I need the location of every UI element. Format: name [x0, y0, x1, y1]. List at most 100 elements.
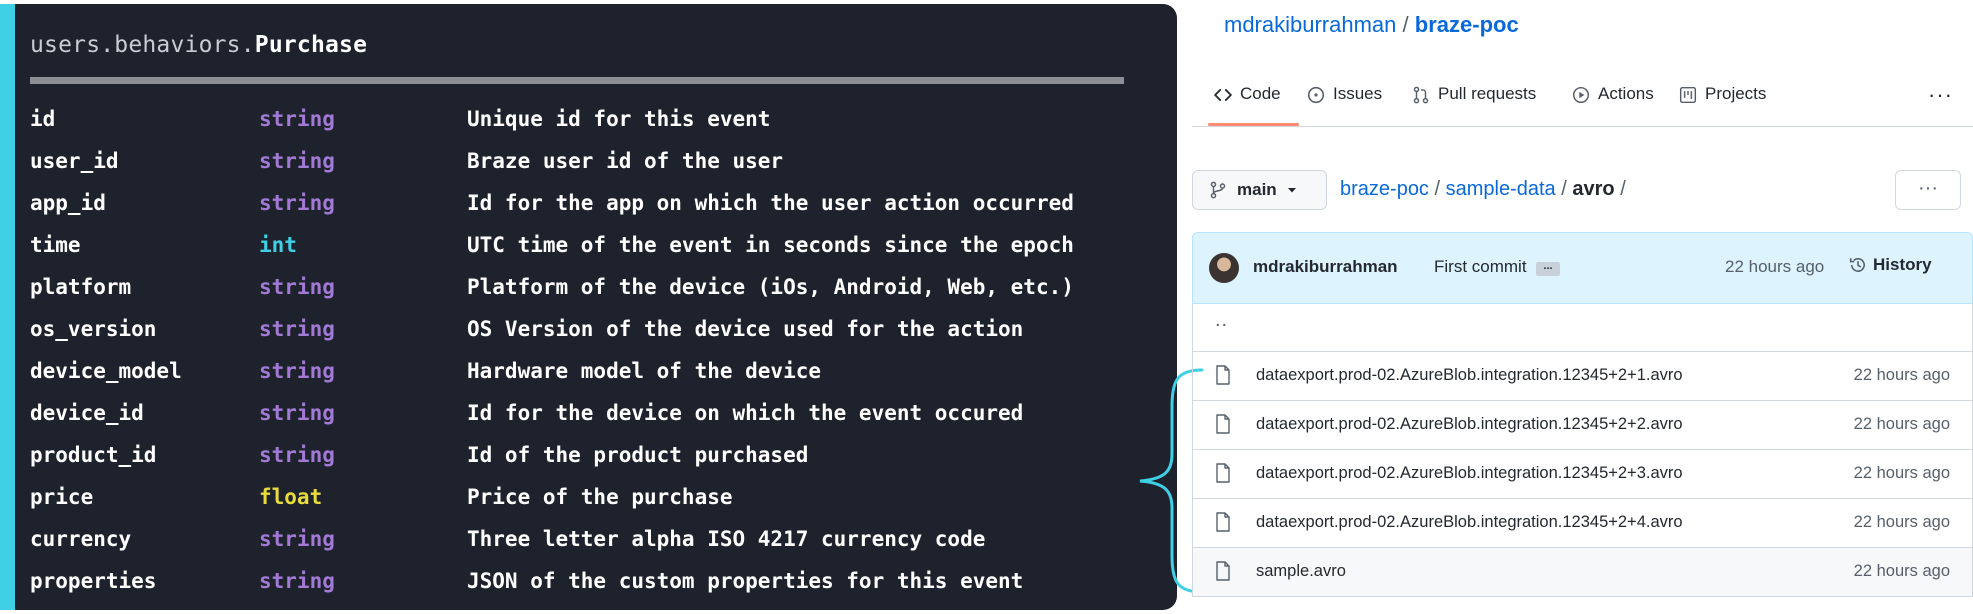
file-icon: [1216, 463, 1230, 483]
field-type: string: [259, 401, 335, 425]
file-row[interactable]: dataexport.prod-02.AzureBlob.integration…: [1193, 499, 1972, 548]
repo-header: mdrakiburrahman / braze-poc: [1224, 12, 1519, 38]
file-age: 22 hours ago: [1853, 415, 1950, 433]
github-panel: mdrakiburrahman / braze-poc Code Issues …: [1180, 0, 1973, 614]
code-icon: [1214, 89, 1232, 101]
field-desc: UTC time of the event in seconds since t…: [467, 233, 1074, 257]
tab-projects[interactable]: Projects: [1679, 84, 1766, 126]
breadcrumb-dir-link[interactable]: sample-data: [1446, 178, 1556, 200]
schema-row: time int UTC time of the event in seconds …: [30, 224, 1150, 266]
file-row[interactable]: dataexport.prod-02.AzureBlob.integration…: [1193, 352, 1972, 401]
schema-row: os_version string OS Version of the device…: [30, 308, 1150, 350]
field-name: app_id: [30, 191, 106, 215]
field-desc: Id for the device on which the event occ…: [467, 401, 1024, 425]
file-age: 22 hours ago: [1853, 366, 1950, 384]
tab-actions[interactable]: Actions: [1572, 84, 1654, 126]
accent-bar: [0, 4, 15, 610]
field-type: string: [259, 149, 335, 173]
schema-row: price float Price of the purchase: [30, 476, 1150, 518]
project-icon: [1679, 86, 1697, 104]
title-rule: [30, 77, 1124, 84]
schema-fields: id string Unique id for this event user_id…: [30, 98, 1150, 602]
file-row[interactable]: dataexport.prod-02.AzureBlob.integration…: [1193, 401, 1972, 450]
schema-row: currency string Three letter alpha ISO 421…: [30, 518, 1150, 560]
field-type: int: [259, 233, 297, 257]
field-desc: Id of the product purchased: [467, 443, 809, 467]
breadcrumb-current: avro: [1572, 178, 1615, 200]
commit-age: 22 hours ago: [1725, 257, 1825, 276]
parent-directory-row[interactable]: ..: [1193, 303, 1972, 352]
field-type: string: [259, 569, 335, 593]
file-row[interactable]: sample.avro 22 hours ago: [1193, 548, 1972, 596]
field-type: string: [259, 443, 335, 467]
commit-author[interactable]: mdrakiburrahman: [1253, 257, 1398, 277]
field-desc: Hardware model of the device: [467, 359, 822, 383]
field-name: price: [30, 485, 94, 509]
parent-directory-link[interactable]: ..: [1215, 309, 1228, 332]
field-name: properties: [30, 569, 157, 593]
field-type: float: [259, 485, 323, 509]
breadcrumb-repo-link[interactable]: braze-poc: [1340, 178, 1429, 200]
history-icon: [1849, 258, 1865, 272]
breadcrumb-separator: /: [1620, 178, 1626, 200]
file-name[interactable]: sample.avro: [1256, 562, 1346, 581]
branch-selector[interactable]: main: [1192, 170, 1327, 210]
field-desc: JSON of the custom properties for this e…: [467, 569, 1024, 593]
field-type: string: [259, 275, 335, 299]
field-desc: Platform of the device (iOs, Android, We…: [467, 275, 1074, 299]
schema-row: user_id string Braze user id of the user: [30, 140, 1150, 182]
tab-label: Projects: [1705, 84, 1767, 103]
field-desc: Unique id for this event: [467, 107, 771, 131]
field-name: os_version: [30, 317, 157, 341]
commit-message[interactable]: First commit: [1434, 257, 1527, 277]
tab-label: Code: [1240, 84, 1281, 103]
tab-issues[interactable]: Issues: [1307, 84, 1382, 126]
field-name: device_model: [30, 359, 182, 383]
field-desc: Price of the purchase: [467, 485, 733, 509]
file-row[interactable]: dataexport.prod-02.AzureBlob.integration…: [1193, 450, 1972, 499]
schema-row: product_id string Id of the product purcha…: [30, 434, 1150, 476]
schema-row: device_model string Hardware model of the …: [30, 350, 1150, 392]
tab-code[interactable]: Code: [1208, 84, 1299, 126]
avatar[interactable]: [1209, 253, 1239, 283]
field-desc: Three letter alpha ISO 4217 currency cod…: [467, 527, 986, 551]
breadcrumb-separator: /: [1561, 178, 1567, 200]
field-name: id: [30, 107, 56, 131]
field-desc: Braze user id of the user: [467, 149, 784, 173]
file-name[interactable]: dataexport.prod-02.AzureBlob.integration…: [1256, 464, 1683, 483]
commit-expand-button[interactable]: ...: [1536, 261, 1560, 276]
caret-down-icon: [1287, 188, 1296, 193]
file-age: 22 hours ago: [1853, 562, 1950, 580]
tab-label: Issues: [1333, 84, 1383, 103]
file-age: 22 hours ago: [1853, 464, 1950, 482]
schema-row: platform string Platform of the device (iO…: [30, 266, 1150, 308]
schema-title-prefix: users.behaviors.: [30, 32, 255, 58]
file-age: 22 hours ago: [1853, 513, 1950, 531]
more-tabs-button[interactable]: ···: [1928, 82, 1953, 108]
file-name[interactable]: dataexport.prod-02.AzureBlob.integration…: [1256, 366, 1683, 385]
issue-icon: [1307, 86, 1325, 104]
repo-name-link[interactable]: braze-poc: [1415, 12, 1519, 37]
repo-path-separator: /: [1402, 12, 1409, 37]
repo-tabs: Code Issues Pull requests Actions Projec…: [1192, 72, 1973, 127]
file-name[interactable]: dataexport.prod-02.AzureBlob.integration…: [1256, 513, 1683, 532]
schema-panel: users.behaviors.Purchase id string Unique …: [0, 4, 1177, 610]
tab-pull-requests[interactable]: Pull requests: [1412, 84, 1536, 126]
field-name: user_id: [30, 149, 119, 173]
schema-title: users.behaviors.Purchase: [30, 32, 367, 58]
field-name: platform: [30, 275, 132, 299]
file-name[interactable]: dataexport.prod-02.AzureBlob.integration…: [1256, 415, 1683, 434]
history-label: History: [1873, 255, 1932, 274]
more-options-button[interactable]: ···: [1895, 170, 1961, 210]
field-type: string: [259, 527, 335, 551]
field-name: time: [30, 233, 81, 257]
field-name: product_id: [30, 443, 157, 467]
history-button[interactable]: History: [1849, 255, 1932, 275]
field-name: device_id: [30, 401, 144, 425]
field-name: currency: [30, 527, 132, 551]
schema-row: device_id string Id for the device on whic…: [30, 392, 1150, 434]
field-type: string: [259, 191, 335, 215]
field-type: string: [259, 107, 335, 131]
file-icon: [1216, 561, 1230, 581]
repo-owner-link[interactable]: mdrakiburrahman: [1224, 12, 1396, 37]
